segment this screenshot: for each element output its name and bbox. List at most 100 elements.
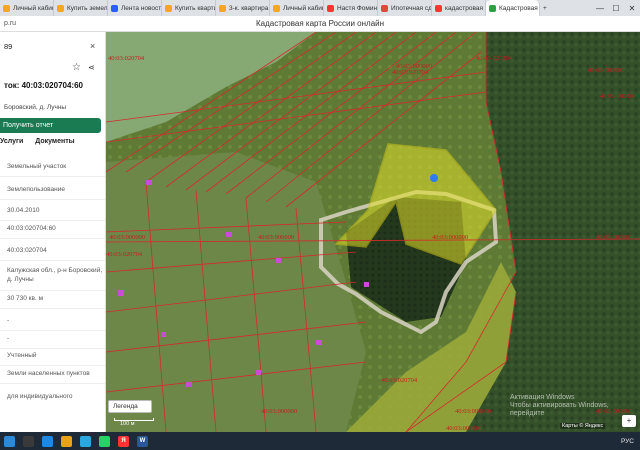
share-icon[interactable]: ⋖: [88, 63, 95, 72]
tab-label: Кадастровая: [499, 4, 538, 12]
tab-label: 3-к. квартира,: [229, 4, 270, 12]
maximize-button[interactable]: ☐: [608, 0, 624, 16]
field-divider: [0, 365, 105, 366]
parcel-field-value: Калужская обл., р-н Боровский, д. Лучны: [7, 267, 103, 283]
tab-favicon-icon: [489, 4, 496, 12]
parcel-pin-icon[interactable]: [430, 174, 438, 182]
windows-activation-watermark: Активация Windows Чтобы активировать Win…: [510, 394, 640, 418]
parcel-field-value: Учтенный: [7, 352, 37, 359]
browser-tab[interactable]: Кадастровая×: [486, 0, 540, 16]
get-report-button[interactable]: Получить отчет: [0, 118, 101, 133]
address-bar[interactable]: p.ru Кадастровая карта России онлайн: [0, 16, 640, 32]
tab-favicon-icon: [435, 4, 442, 12]
cadastral-label: 40:03:020704: [381, 377, 418, 384]
tab-favicon-icon: [165, 4, 172, 12]
browser-tab[interactable]: 3-к. квартира,×: [216, 0, 270, 16]
field-divider: [0, 220, 105, 221]
tab-label: Ипотечная сд: [391, 4, 432, 12]
map-attribution[interactable]: Карты © Яндекс: [560, 423, 606, 429]
browser-tab[interactable]: кадастровая ка×: [432, 0, 486, 16]
browser-tab[interactable]: Лента новост×: [108, 0, 162, 16]
tab-label: Лента новост: [121, 4, 162, 12]
whatsapp-icon[interactable]: [99, 435, 110, 447]
field-divider: [0, 238, 105, 239]
browser-tab-strip: Личный кабин×Купить земел×Лента новост×К…: [0, 0, 640, 16]
field-divider: [0, 308, 105, 309]
parcel-id-fragment: 89: [4, 42, 13, 51]
tab-services[interactable]: Услуги: [0, 138, 23, 150]
browser-tab[interactable]: Купить кварти×: [162, 0, 216, 16]
browser-tab[interactable]: Ипотечная сд×: [378, 0, 432, 16]
parcel-field-value: Земли населенных пунктов: [7, 370, 90, 377]
window-controls: — ☐ ✕: [592, 0, 640, 16]
cadastral-label: 40:03:000000: [596, 234, 632, 241]
watermark-line-2: Чтобы активировать Windows, перейдите: [510, 402, 609, 417]
tab-favicon-icon: [381, 4, 388, 12]
tab-favicon-icon: [273, 4, 280, 12]
tab-favicon-icon: [219, 4, 226, 12]
field-divider: [0, 176, 105, 177]
cadastral-label: 40:03:020704: [108, 55, 145, 62]
folder-icon[interactable]: [61, 435, 72, 447]
favorite-star-icon[interactable]: ☆: [72, 62, 81, 73]
url-text[interactable]: p.ru: [4, 20, 64, 27]
sidebar-tabs: Услуги Документы: [0, 138, 105, 150]
word-icon[interactable]: W: [137, 435, 148, 447]
tab-favicon-icon: [57, 4, 64, 12]
cadastral-label: 40:03:000000: [600, 93, 636, 100]
tab-favicon-icon: [111, 4, 118, 12]
parcel-field-value: Земельный участок: [7, 163, 67, 170]
cadastral-label: 40:03:020804: [476, 55, 513, 62]
edge-icon[interactable]: [42, 435, 53, 447]
field-divider: [0, 348, 105, 349]
field-divider: [0, 260, 105, 261]
start-icon[interactable]: [4, 435, 15, 447]
field-divider: [0, 383, 105, 384]
tab-label: кадастровая ка: [445, 4, 485, 12]
yandex-browser-icon[interactable]: Я: [118, 435, 129, 447]
cadastral-label: 40:03:000000: [455, 408, 491, 415]
field-divider: [0, 290, 105, 291]
parcel-field-value: -: [7, 317, 10, 324]
watermark-line-1: Активация Windows: [510, 394, 575, 401]
parcel-field-value: 40:03:020704:60: [7, 225, 56, 232]
parcel-field-value: 30 730 кв. м: [7, 295, 44, 302]
browser-tab[interactable]: Личный кабин×: [0, 0, 54, 16]
scale-label: 100 м: [120, 421, 135, 427]
search-icon[interactable]: [23, 435, 34, 447]
tab-favicon-icon: [3, 4, 10, 12]
tab-label: Личный кабин: [283, 4, 324, 12]
parcel-field-value: 40:03:020704: [7, 247, 47, 254]
parcel-title: ток: 40:03:020704:60: [4, 81, 83, 90]
cadastral-map[interactable]: 40:03:020704 40:03:000000 40:03:020704 40:0…: [106, 32, 640, 432]
new-tab-button[interactable]: +: [540, 0, 554, 16]
browser-tab[interactable]: Личный кабин×: [270, 0, 324, 16]
tab-label: Настя Фомина: [337, 4, 378, 12]
parcel-field-value: Землепользование: [7, 186, 65, 193]
tab-documents[interactable]: Документы: [35, 138, 74, 150]
system-tray: РУС: [621, 438, 640, 445]
tab-label: Личный кабин: [13, 4, 54, 12]
cadastral-label: 40:03:000000: [446, 425, 482, 432]
cadastral-label: 40:03:020704: [392, 69, 429, 76]
cadastral-label: 40:03:000000: [432, 234, 468, 241]
language-indicator[interactable]: РУС: [621, 438, 634, 445]
page-title: Кадастровая карта России онлайн: [255, 19, 385, 28]
windows-taskbar: Я W РУС: [0, 432, 640, 450]
minimize-button[interactable]: —: [592, 0, 608, 16]
cadastral-label: 40:03:000000: [261, 408, 297, 415]
telegram-icon[interactable]: [80, 435, 91, 447]
zoom-in-button[interactable]: +: [622, 415, 636, 427]
tab-label: Купить кварти: [175, 4, 216, 12]
close-window-button[interactable]: ✕: [624, 0, 640, 16]
sidebar-close-button[interactable]: ×: [90, 41, 95, 51]
parcel-field-value: -: [7, 335, 10, 342]
browser-tab[interactable]: Настя Фомина×: [324, 0, 378, 16]
parcel-field-value: для индивидуального: [7, 393, 73, 400]
cadastral-label: 40:03:000000: [109, 234, 145, 241]
cadastral-label: 40:03:020704: [106, 251, 143, 258]
map-canvas[interactable]: 40:03:020704 40:03:000000 40:03:020704 40:0…: [106, 32, 640, 432]
browser-tab[interactable]: Купить земел×: [54, 0, 108, 16]
tab-label: Купить земел: [67, 4, 108, 12]
legend-button[interactable]: Легенда: [108, 400, 152, 413]
